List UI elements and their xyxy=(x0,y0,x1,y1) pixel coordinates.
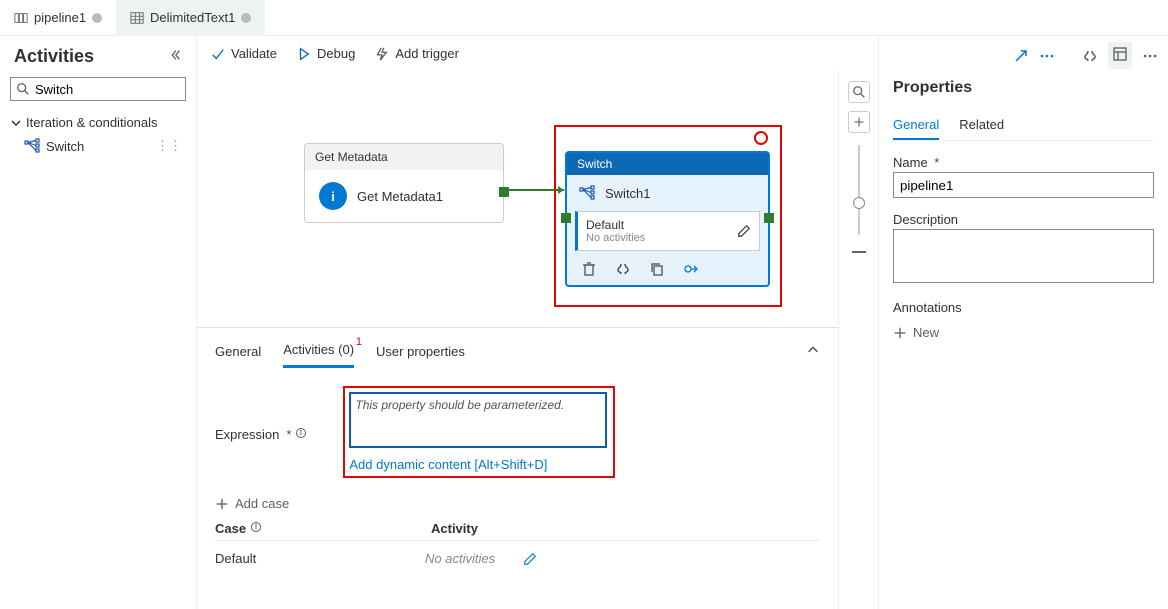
annotations-label: Annotations xyxy=(893,300,1154,315)
required-asterisk: * xyxy=(286,427,291,442)
copy-icon[interactable] xyxy=(649,261,665,277)
expression-input[interactable] xyxy=(349,392,607,448)
validate-button[interactable]: Validate xyxy=(211,46,277,61)
error-badge: 1 xyxy=(356,336,362,348)
tab-general[interactable]: General xyxy=(215,336,261,367)
case-default-cell: Default xyxy=(215,551,425,566)
pipeline-canvas[interactable]: Get Metadata i Get Metadata1 xyxy=(197,71,838,327)
canvas-toolbar: Validate Debug Add trigger xyxy=(197,36,878,71)
name-label: Name xyxy=(893,155,928,170)
category-label: Iteration & conditionals xyxy=(26,115,158,130)
search-icon xyxy=(16,82,30,96)
output-port[interactable] xyxy=(764,213,774,223)
tab-delimited[interactable]: DelimitedText1 xyxy=(116,0,265,36)
cases-table: Case Activity Default No ac xyxy=(215,517,820,576)
default-sub: No activities xyxy=(586,232,645,244)
zoom-in-button[interactable] xyxy=(848,111,870,133)
zoom-slider[interactable] xyxy=(858,145,860,235)
top-tabs: pipeline1 DelimitedText1 xyxy=(0,0,1168,36)
dataset-icon xyxy=(130,11,144,25)
validate-label: Validate xyxy=(231,46,277,61)
no-activities-cell: No activities xyxy=(425,551,495,566)
plus-icon xyxy=(853,116,865,128)
edit-icon[interactable] xyxy=(523,552,537,566)
node-header: Get Metadata xyxy=(305,144,503,170)
node-get-metadata[interactable]: Get Metadata i Get Metadata1 xyxy=(304,143,504,223)
tab-pipeline-label: pipeline1 xyxy=(34,10,86,25)
switch-icon xyxy=(24,138,40,154)
default-title: Default xyxy=(586,218,645,232)
more-icon[interactable] xyxy=(1039,48,1055,64)
info-icon[interactable] xyxy=(295,427,307,442)
more-icon[interactable] xyxy=(1142,48,1158,64)
code-icon[interactable] xyxy=(1082,48,1098,64)
collapse-panel-icon[interactable] xyxy=(806,343,820,360)
expand-icon[interactable] xyxy=(683,261,699,277)
category-iteration[interactable]: Iteration & conditionals xyxy=(0,111,196,134)
search-icon xyxy=(852,85,866,99)
info-icon: i xyxy=(319,182,347,210)
chevron-collapse-icon[interactable] xyxy=(168,48,182,65)
input-port[interactable] xyxy=(561,213,571,223)
highlight-dot-icon xyxy=(754,131,768,145)
table-row: Default No activities xyxy=(215,541,820,576)
add-dynamic-content-link[interactable]: Add dynamic content [Alt+Shift+D] xyxy=(349,457,547,472)
description-input[interactable] xyxy=(893,229,1154,283)
drag-handle-icon[interactable]: ⋮⋮ xyxy=(156,138,182,154)
name-input[interactable] xyxy=(893,172,1154,198)
highlight-box: Add dynamic content [Alt+Shift+D] xyxy=(343,386,615,478)
node-header: Switch xyxy=(567,153,768,175)
activities-sidebar: Activities Iteration & conditionals Swit… xyxy=(0,36,197,609)
edit-icon[interactable] xyxy=(737,224,751,238)
debug-label: Debug xyxy=(317,46,355,61)
delete-icon[interactable] xyxy=(581,261,597,277)
zoom-out-button[interactable] xyxy=(852,251,866,253)
pipeline-icon xyxy=(14,11,28,25)
activity-label: Switch xyxy=(46,139,84,154)
activity-switch[interactable]: Switch ⋮⋮ xyxy=(0,134,196,158)
case-column-header: Case xyxy=(215,521,246,536)
node-name: Get Metadata1 xyxy=(357,189,443,204)
activities-title: Activities xyxy=(14,46,94,67)
add-case-button[interactable]: Add case xyxy=(215,496,289,511)
tab-user-properties[interactable]: User properties xyxy=(376,336,465,367)
details-panel: General Activities (0) 1 User properties xyxy=(197,327,838,609)
node-name: Switch1 xyxy=(605,186,651,201)
properties-title: Properties xyxy=(893,79,1154,97)
play-icon xyxy=(297,47,311,61)
plus-icon xyxy=(215,497,229,511)
debug-button[interactable]: Debug xyxy=(297,46,355,61)
info-icon[interactable] xyxy=(250,521,262,536)
unsaved-dot-icon xyxy=(92,13,102,23)
trigger-icon xyxy=(375,47,389,61)
default-case-card[interactable]: Default No activities xyxy=(575,211,760,251)
node-switch[interactable]: Switch Switch1 Default No activities xyxy=(565,151,770,287)
activities-search-input[interactable] xyxy=(10,77,186,101)
zoom-fit-button[interactable] xyxy=(848,81,870,103)
zoom-controls xyxy=(838,71,878,609)
tab-general[interactable]: General xyxy=(893,111,939,140)
activity-column-header: Activity xyxy=(431,521,478,536)
required-asterisk: * xyxy=(931,155,940,170)
tab-pipeline[interactable]: pipeline1 xyxy=(0,0,116,36)
tab-related[interactable]: Related xyxy=(959,111,1004,140)
properties-panel: Properties General Related Name * Descri… xyxy=(878,36,1168,609)
zoom-thumb[interactable] xyxy=(853,197,865,209)
unsaved-dot-icon xyxy=(241,13,251,23)
plus-icon xyxy=(893,326,907,340)
add-trigger-label: Add trigger xyxy=(395,46,459,61)
tab-delimited-label: DelimitedText1 xyxy=(150,10,235,25)
chevron-down-icon xyxy=(10,117,22,129)
check-icon xyxy=(211,47,225,61)
description-label: Description xyxy=(893,212,1154,227)
maximize-icon[interactable] xyxy=(1013,48,1029,64)
switch-icon xyxy=(579,185,595,201)
add-trigger-button[interactable]: Add trigger xyxy=(375,46,459,61)
tab-activities[interactable]: Activities (0) 1 xyxy=(283,334,354,368)
add-annotation-button[interactable]: New xyxy=(893,325,939,340)
properties-icon[interactable] xyxy=(1108,42,1132,69)
expression-label: Expression xyxy=(215,427,279,442)
code-icon[interactable] xyxy=(615,261,631,277)
